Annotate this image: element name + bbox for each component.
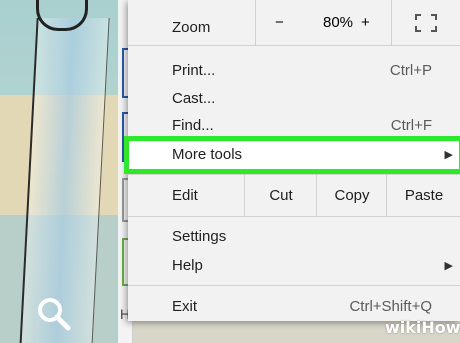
copy-button[interactable]: Copy	[316, 174, 387, 216]
paste-button[interactable]: Paste	[386, 174, 460, 216]
submenu-arrow-icon: ▶	[444, 148, 453, 161]
print-shortcut: Ctrl+P	[389, 61, 432, 79]
find-label: Find...	[172, 116, 214, 134]
menu-item-find[interactable]: Find... Ctrl+F	[128, 111, 460, 139]
paste-label: Paste	[404, 186, 444, 204]
cast-label: Cast...	[172, 89, 216, 107]
zoom-label: Zoom	[172, 18, 211, 36]
menu-item-cast[interactable]: Cast...	[128, 84, 460, 112]
help-label: Help	[172, 256, 203, 274]
menu-item-more-tools[interactable]: More tools ▶	[128, 140, 460, 168]
search-icon	[36, 296, 72, 337]
more-tools-label: More tools	[172, 145, 243, 163]
menu-item-print[interactable]: Print... Ctrl+P	[128, 56, 460, 84]
find-shortcut: Ctrl+F	[390, 116, 432, 134]
divider	[128, 285, 460, 286]
zoom-controls: − 80% +	[255, 0, 460, 45]
zoom-out-button[interactable]: −	[275, 14, 284, 31]
print-label: Print...	[172, 61, 216, 79]
menu-item-help[interactable]: Help ▶	[128, 251, 460, 279]
cut-button[interactable]: Cut	[244, 174, 317, 216]
cut-label: Cut	[269, 186, 293, 204]
edit-label: Edit	[172, 186, 198, 204]
menu-item-settings[interactable]: Settings	[128, 222, 460, 250]
divider	[391, 0, 392, 45]
submenu-arrow-icon: ▶	[444, 259, 453, 272]
wikihow-watermark: wikiHow	[385, 318, 460, 337]
exit-label: Exit	[172, 297, 198, 315]
exit-shortcut: Ctrl+Shift+Q	[349, 297, 432, 315]
divider	[128, 45, 460, 46]
copy-label: Copy	[334, 186, 370, 204]
zoom-level: 80%	[322, 14, 354, 31]
zoom-in-button[interactable]: +	[361, 14, 370, 31]
settings-label: Settings	[172, 227, 227, 245]
chrome-menu: Zoom − 80% + Print... Ctrl+P Cast... Fin…	[124, 0, 460, 321]
fullscreen-icon[interactable]	[415, 14, 437, 37]
divider	[128, 216, 460, 217]
menu-item-exit[interactable]: Exit Ctrl+Shift+Q	[128, 292, 460, 320]
